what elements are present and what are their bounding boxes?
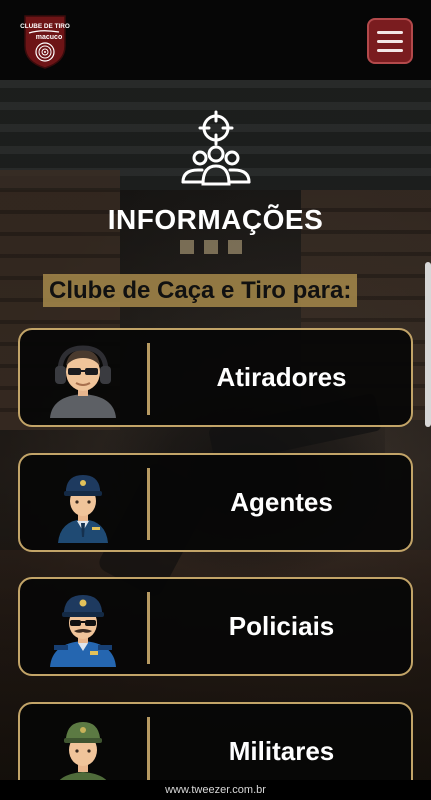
- card-atiradores[interactable]: Atiradores: [18, 328, 413, 427]
- card-divider: [147, 468, 150, 540]
- card-divider: [147, 592, 150, 664]
- hamburger-icon-line: [377, 30, 403, 34]
- card-label: Policiais: [228, 611, 335, 641]
- crosshair-users-icon: [181, 110, 251, 186]
- club-logo[interactable]: CLUBE DE TIRO macuco: [19, 12, 71, 70]
- card-agentes[interactable]: Agentes: [18, 453, 413, 552]
- card-label: Atiradores: [216, 362, 347, 392]
- top-bar: CLUBE DE TIRO macuco: [0, 0, 431, 80]
- police-officer-avatar-icon: [50, 595, 116, 667]
- card-divider: [147, 717, 150, 789]
- card-divider: [147, 343, 150, 415]
- hamburger-icon-line: [377, 48, 403, 52]
- logo-text-bottom: macuco: [36, 34, 62, 41]
- page-scrollbar[interactable]: [425, 262, 431, 427]
- footer-watermark: www.tweezer.com.br: [0, 780, 431, 800]
- logo-text-top: CLUBE DE TIRO: [20, 23, 70, 30]
- hamburger-icon-line: [377, 39, 403, 43]
- section-subtitle: Clube de Caça e Tiro para:: [43, 274, 358, 307]
- shooter-headset-avatar-icon: [50, 345, 116, 418]
- card-policiais[interactable]: Policiais: [18, 577, 413, 676]
- section-title: INFORMAÇÕES: [107, 204, 324, 235]
- hamburger-menu-button[interactable]: [367, 18, 413, 64]
- card-label: Agentes: [230, 487, 333, 517]
- agent-avatar-icon: [58, 475, 108, 543]
